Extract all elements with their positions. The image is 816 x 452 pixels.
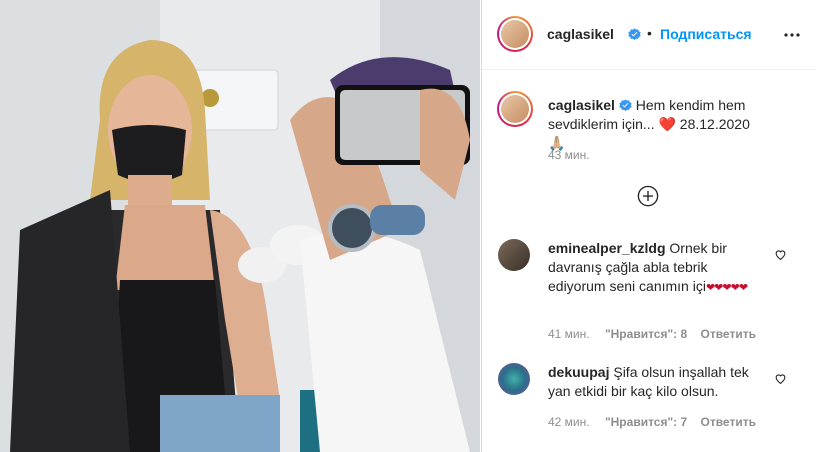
comment-avatar[interactable] <box>498 363 530 395</box>
comment-likes[interactable]: "Нравится": 7 <box>605 415 687 429</box>
comment-avatar[interactable] <box>498 239 530 271</box>
comment-time[interactable]: 41 мин. <box>548 327 590 341</box>
verified-badge-icon <box>619 99 632 112</box>
avatar[interactable] <box>501 20 529 48</box>
comment-item: dekuupaj Şifa olsun inşallah tek yan etk… <box>548 363 768 401</box>
like-heart-icon[interactable] <box>774 248 787 261</box>
separator-dot: • <box>647 25 652 41</box>
comment-meta: 41 мин. "Нравится": 8 Ответить <box>548 327 756 341</box>
reply-button[interactable]: Ответить <box>701 415 756 429</box>
vaccination-photo <box>0 0 480 452</box>
post-caption: caglasikel Hem kendim hem sevdiklerim iç… <box>548 96 758 153</box>
verified-badge-icon <box>628 28 641 41</box>
comment-username[interactable]: eminealper_kzldg <box>548 240 666 256</box>
story-ring[interactable] <box>497 16 533 52</box>
comment-username[interactable]: dekuupaj <box>548 364 609 380</box>
caption-story-ring[interactable] <box>497 91 533 127</box>
more-options-icon[interactable] <box>784 29 800 41</box>
comment-item: eminealper_kzldg Ornek bir davranış çağl… <box>548 239 768 298</box>
comment-time[interactable]: 42 мин. <box>548 415 590 429</box>
caption-avatar[interactable] <box>501 95 529 123</box>
caption-time[interactable]: 43 мин. <box>548 148 590 162</box>
post-photo[interactable] <box>0 0 480 452</box>
follow-button[interactable]: Подписаться <box>660 26 752 42</box>
caption-username[interactable]: caglasikel <box>548 97 615 113</box>
post-sidebar: caglasikel • Подписаться caglasikel Hem … <box>481 0 816 452</box>
comment-likes[interactable]: "Нравится": 8 <box>605 327 687 341</box>
post-header: caglasikel • Подписаться <box>482 0 816 70</box>
like-heart-icon[interactable] <box>774 372 787 385</box>
comment-meta: 42 мин. "Нравится": 7 Ответить <box>548 415 756 429</box>
load-more-plus-icon[interactable] <box>637 185 659 207</box>
comment-hearts: ❤❤❤❤❤ <box>705 282 748 294</box>
header-username[interactable]: caglasikel <box>547 26 614 42</box>
reply-button[interactable]: Ответить <box>701 327 756 341</box>
